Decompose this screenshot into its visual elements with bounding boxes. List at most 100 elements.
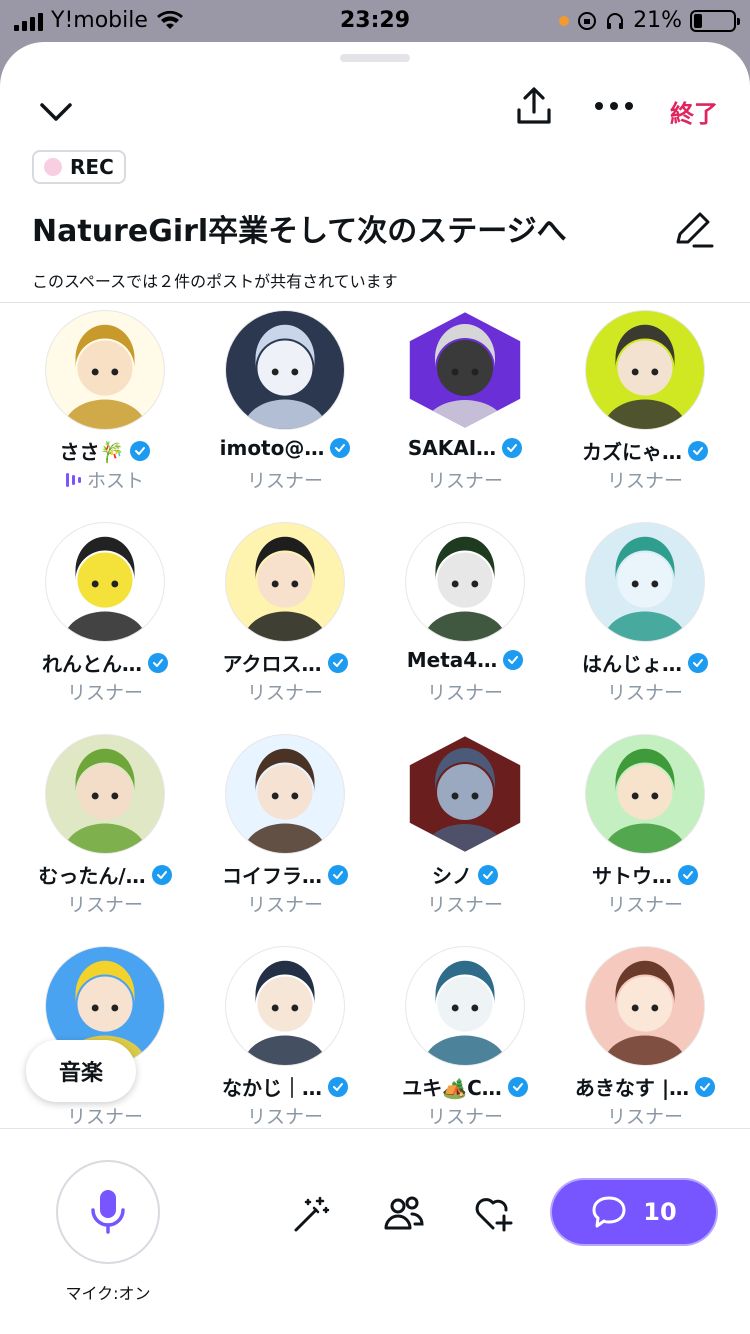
participant-avatar[interactable] (585, 310, 705, 430)
participant-card[interactable]: カズにゃ… リスナー (555, 310, 735, 522)
verified-badge-icon (330, 438, 351, 458)
participant-avatar[interactable] (45, 734, 165, 854)
verified-badge-icon (507, 1076, 528, 1097)
participant-role: リスナー (246, 470, 323, 492)
participant-card[interactable]: アクロス… リスナー (195, 522, 375, 734)
verified-badge-icon (503, 650, 524, 670)
participant-name-row: コイフラ… (195, 860, 375, 889)
status-bar: Y!mobile 23:29 21% (0, 0, 750, 42)
mic-button[interactable] (56, 1160, 160, 1264)
participant-card[interactable]: ユキ🏕️C… リスナー (375, 946, 555, 1158)
verified-badge-icon (151, 864, 172, 885)
participant-name: コイフラ… (222, 864, 322, 888)
participant-name-row: あきなす |… (555, 1072, 735, 1101)
verified-badge-icon (328, 1076, 348, 1097)
participant-role: リスナー (606, 470, 683, 492)
participant-name: ユキ🏕️C… (402, 1076, 502, 1100)
participant-avatar[interactable] (585, 734, 705, 854)
participant-role-row: リスナー (15, 678, 195, 705)
participant-name-row: なかじ｜… (195, 1072, 375, 1101)
participant-role: リスナー (426, 894, 503, 916)
participant-avatar[interactable] (225, 946, 345, 1066)
mic-status-label: マイク:オン (65, 1284, 151, 1303)
effects-button[interactable] (290, 1192, 334, 1236)
participant-role: リスナー (606, 894, 683, 916)
participant-card[interactable]: シノ リスナー (375, 734, 555, 946)
participant-card[interactable]: あきなす |… リスナー (555, 946, 735, 1158)
participant-role: リスナー (246, 894, 323, 916)
participant-avatar[interactable] (45, 522, 165, 642)
participant-role-row: リスナー (375, 678, 555, 705)
participant-role-row: リスナー (195, 466, 375, 493)
participant-avatar[interactable] (225, 734, 345, 854)
participant-role: リスナー (66, 682, 143, 704)
rec-label: REC (70, 155, 114, 179)
verified-badge-icon (327, 652, 348, 673)
participants-grid: ささ🎋 ホスト imoto@… リスナー SAKAI… リスナー カズにゃ… リスナー れんとん… (15, 310, 735, 1158)
collapse-button[interactable] (36, 92, 76, 132)
participant-avatar[interactable] (405, 522, 525, 642)
participant-card[interactable]: はんじょ… リスナー (555, 522, 735, 734)
participant-name: サトウ… (592, 864, 672, 888)
verified-badge-icon (148, 652, 168, 673)
participant-card[interactable]: サトウ… リスナー (555, 734, 735, 946)
participant-card[interactable]: むったん/… リスナー (15, 734, 195, 946)
participants-button[interactable] (382, 1192, 426, 1236)
share-button[interactable] (512, 84, 556, 128)
participant-card[interactable]: Meta4… リスナー (375, 522, 555, 734)
participant-name: なかじ｜… (222, 1076, 322, 1100)
participant-role-row: リスナー (375, 466, 555, 493)
battery-percentage: 21% (633, 8, 682, 33)
participant-avatar[interactable] (409, 312, 521, 428)
participant-card[interactable]: imoto@… リスナー (195, 310, 375, 522)
verified-badge-icon (678, 864, 698, 885)
participant-card[interactable]: れんとん… リスナー (15, 522, 195, 734)
participant-role-row: リスナー (15, 890, 195, 917)
participant-name-row: はんじょ… (555, 648, 735, 677)
rec-badge: REC (32, 150, 126, 184)
participant-card[interactable]: コイフラ… リスナー (195, 734, 375, 946)
participant-avatar[interactable] (585, 946, 705, 1066)
sheet-grabber[interactable] (340, 54, 410, 62)
participant-role-row: リスナー (375, 1102, 555, 1129)
participant-name: むったん/… (38, 864, 146, 888)
music-button[interactable]: 音楽 (26, 1040, 136, 1102)
participant-role-row: リスナー (195, 890, 375, 917)
participant-name-row: アクロス… (195, 648, 375, 677)
comments-button[interactable]: 10 (552, 1180, 716, 1244)
microphone-icon (91, 1190, 125, 1234)
participant-name-row: サトウ… (555, 860, 735, 889)
participant-avatar[interactable] (225, 310, 345, 430)
status-right: 21% (559, 8, 740, 33)
participant-name: カズにゃ… (582, 440, 682, 464)
participant-card[interactable]: SAKAI… リスナー (375, 310, 555, 522)
edit-title-button[interactable] (672, 208, 714, 254)
participant-card[interactable]: なかじ｜… リスナー (195, 946, 375, 1158)
participant-role: リスナー (246, 1106, 323, 1128)
verified-badge-icon (478, 864, 498, 885)
verified-badge-icon (130, 440, 151, 461)
more-button[interactable] (592, 96, 636, 116)
reactions-button[interactable] (472, 1192, 516, 1236)
magic-wand-icon (294, 1196, 330, 1232)
participant-role-row: リスナー (15, 1102, 195, 1129)
participant-name-row: ささ🎋 (15, 436, 195, 465)
participant-name-row: シノ (375, 860, 555, 889)
participant-role: リスナー (246, 682, 323, 704)
participant-avatar[interactable] (405, 946, 525, 1066)
battery-icon (690, 9, 740, 32)
participant-avatar[interactable] (225, 522, 345, 642)
participant-role-row: リスナー (195, 678, 375, 705)
end-space-button[interactable]: 終了 (670, 94, 718, 129)
space-title: NatureGirl卒業そして次のステージへ (32, 214, 567, 249)
participant-card[interactable]: ささ🎋 ホスト (15, 310, 195, 522)
headphones-icon (607, 12, 624, 29)
participant-name-row: カズにゃ… (555, 436, 735, 465)
participant-avatar[interactable] (585, 522, 705, 642)
participant-avatar[interactable] (409, 736, 521, 852)
participant-name-row: ユキ🏕️C… (375, 1072, 555, 1101)
header-divider (0, 302, 750, 303)
pencil-icon (676, 212, 714, 248)
space-sheet: 終了 REC NatureGirl卒業そして次のステージへ このスペースでは２件… (0, 42, 750, 1334)
participant-avatar[interactable] (45, 310, 165, 430)
